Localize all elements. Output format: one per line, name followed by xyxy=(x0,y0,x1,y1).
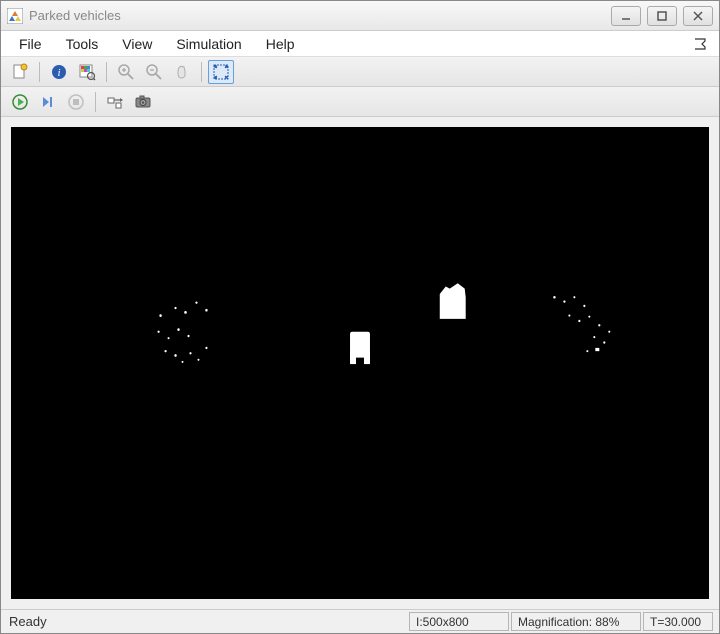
toolbar-row-1: i xyxy=(1,57,719,87)
statusbar: Ready I:500x800 Magnification: 88% T=30.… xyxy=(1,609,719,633)
app-icon xyxy=(7,8,23,24)
pan-button[interactable] xyxy=(169,60,195,84)
maximize-button[interactable] xyxy=(647,6,677,26)
new-figure-button[interactable] xyxy=(7,60,33,84)
snapshot-button[interactable] xyxy=(130,90,156,114)
play-button[interactable] xyxy=(7,90,33,114)
menu-tools[interactable]: Tools xyxy=(56,34,109,54)
highlight-block-button[interactable] xyxy=(102,90,128,114)
step-button[interactable] xyxy=(35,90,61,114)
menu-simulation[interactable]: Simulation xyxy=(166,34,251,54)
pixel-region-button[interactable] xyxy=(74,60,100,84)
status-image-size: I:500x800 xyxy=(409,612,509,631)
dock-pin-icon[interactable] xyxy=(693,37,711,51)
titlebar: Parked vehicles xyxy=(1,1,719,31)
status-magnification: Magnification: 88% xyxy=(511,612,641,631)
menu-help[interactable]: Help xyxy=(256,34,305,54)
stop-button[interactable] xyxy=(63,90,89,114)
status-ready: Ready xyxy=(7,614,407,629)
toolbar-row-2 xyxy=(1,87,719,117)
image-canvas[interactable] xyxy=(11,127,709,599)
zoom-out-button[interactable] xyxy=(141,60,167,84)
minimize-button[interactable] xyxy=(611,6,641,26)
menubar: File Tools View Simulation Help xyxy=(1,31,719,57)
zoom-in-button[interactable] xyxy=(113,60,139,84)
window-title: Parked vehicles xyxy=(29,8,611,23)
close-button[interactable] xyxy=(683,6,713,26)
menu-file[interactable]: File xyxy=(9,34,52,54)
window-controls xyxy=(611,6,713,26)
fit-to-window-button[interactable] xyxy=(208,60,234,84)
status-time: T=30.000 xyxy=(643,612,713,631)
svg-text:i: i xyxy=(57,67,60,79)
viewer-container xyxy=(1,117,719,609)
info-button[interactable]: i xyxy=(46,60,72,84)
menu-view[interactable]: View xyxy=(112,34,162,54)
